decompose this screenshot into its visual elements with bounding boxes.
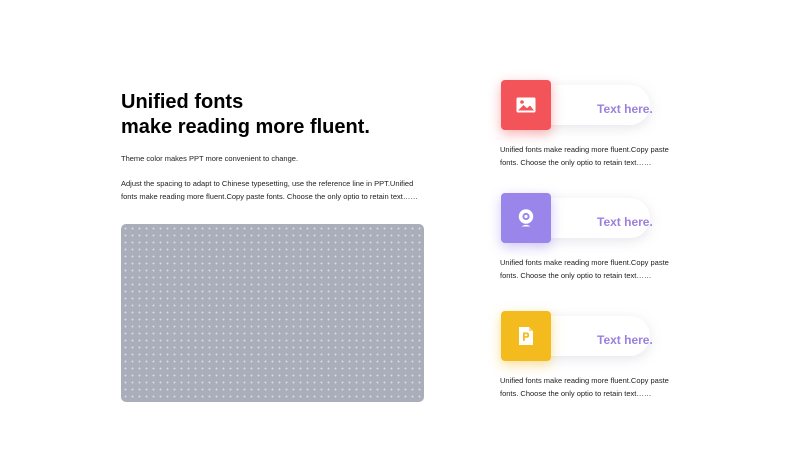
feature-label-2: Text here. [597,215,653,229]
feature-label-3: Text here. [597,333,653,347]
image-placeholder [121,224,424,402]
feature-description-2: Unified fonts make reading more fluent.C… [500,258,669,280]
feature-description-1: Unified fonts make reading more fluent.C… [500,145,669,167]
feature-icon-box-3 [501,311,551,361]
page-title: Unified fonts make reading more fluent. [121,90,370,140]
intro-paragraph-2: Adjust the spacing to adapt to Chinese t… [121,179,418,201]
intro-paragraph-1: Theme color makes PPT more convenient to… [121,154,299,163]
feature-icon-box-2 [501,193,551,243]
powerpoint-file-icon [518,326,534,346]
webcam-icon [516,208,536,228]
image-icon [516,97,536,113]
title-line-1: Unified fonts [121,91,244,113]
feature-label-1: Text here. [597,102,653,116]
feature-icon-box-1 [501,80,551,130]
feature-description-3: Unified fonts make reading more fluent.C… [500,376,669,398]
title-line-2: make reading more fluent. [121,116,370,138]
